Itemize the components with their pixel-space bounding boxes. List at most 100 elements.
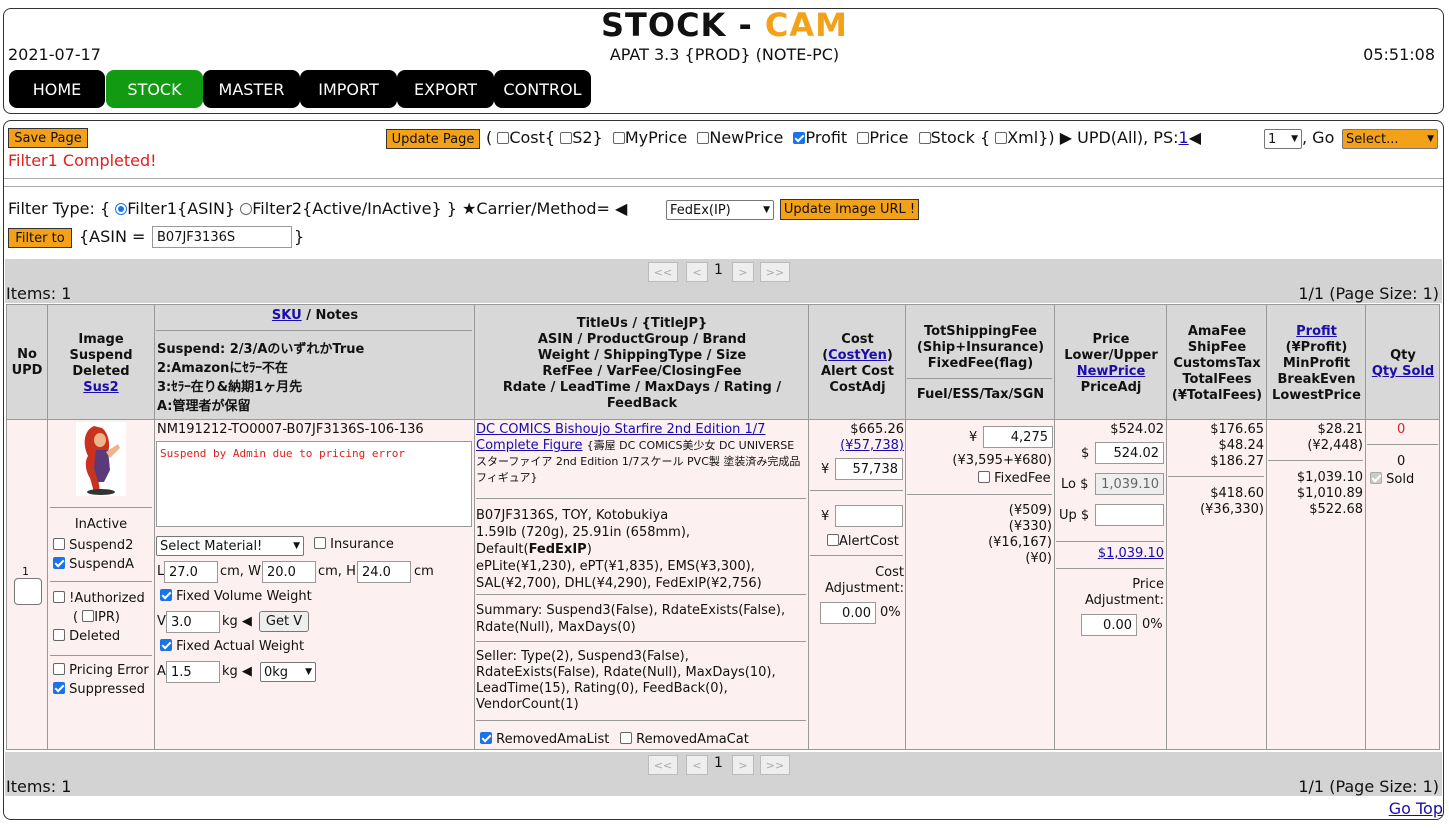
pricing-error-checkbox[interactable]	[53, 663, 65, 675]
newprice-sort-link[interactable]: NewPrice	[1055, 364, 1167, 380]
actual-label: A	[157, 664, 166, 679]
ship-breakdown: (¥3,595+¥680)	[952, 453, 1052, 468]
qty-sold-value: 0	[1397, 454, 1406, 469]
title-block: DC COMICS Bishoujo Starfire 2nd Edition …	[476, 422, 808, 486]
cost-usd: $665.26	[850, 422, 904, 437]
suspend2-checkbox[interactable]	[53, 538, 65, 550]
fixed-actual-option: Fixed Actual Weight	[160, 639, 304, 654]
price-input[interactable]: 524.02	[1095, 442, 1164, 464]
fixed-actual-checkbox[interactable]	[160, 639, 172, 651]
removed-list-option: RemovedAmaList	[480, 732, 609, 747]
price-adjustment-label: Price Adjustment:	[1084, 577, 1164, 608]
sku-sort-link[interactable]: SKU	[272, 308, 302, 323]
cost-yen-link[interactable]: (¥57,738)	[810, 438, 904, 453]
pager-first-bottom[interactable]: <<	[648, 755, 678, 775]
cost-adjustment-label: Cost Adjustment:	[824, 565, 904, 596]
suppressed-checkbox[interactable]	[53, 682, 65, 694]
deleted-checkbox[interactable]	[53, 629, 65, 641]
profit-sort-link[interactable]: Profit	[1267, 324, 1366, 340]
new-price-link[interactable]: $1,039.10	[1056, 546, 1164, 561]
cm-label: cm	[414, 564, 434, 579]
volume-kg-label: kg ◀	[222, 614, 252, 629]
col-header-fuel: Fuel/ESS/Tax/SGN	[916, 387, 1045, 402]
pager-next-bottom[interactable]: >	[732, 755, 754, 775]
cost-adjustment-pct: 0%	[880, 605, 901, 620]
removed-list-checkbox[interactable]	[480, 732, 492, 744]
profit-values: $28.21 (¥2,448)	[1307, 422, 1363, 453]
material-select[interactable]: Select Material! ▼	[156, 536, 304, 556]
pager-prev-bottom[interactable]: <	[686, 755, 708, 775]
col-header-shipping: TotShippingFee (Ship+Insurance) FixedFee(f…	[916, 324, 1045, 371]
col-header-title: TitleUs / {TitleJP} ASIN / ProductGroup /…	[502, 316, 782, 411]
sus2-sort-link[interactable]: Sus2	[48, 380, 154, 396]
upd-checkbox[interactable]	[14, 578, 42, 605]
width-label: cm, W	[220, 564, 261, 579]
width-input[interactable]: 20.0	[262, 561, 316, 583]
cost-adjustment-input[interactable]: 0.00	[820, 602, 876, 624]
costyen-sort-link[interactable]: CostYen	[828, 348, 887, 363]
price-adjustment-pct: 0%	[1142, 617, 1163, 632]
fixed-fee-option: FixedFee	[978, 471, 1051, 486]
chevron-down-icon: ▼	[305, 667, 312, 677]
insurance-checkbox[interactable]	[314, 537, 326, 549]
volume-input[interactable]: 3.0	[166, 611, 220, 633]
shipping-fee-input[interactable]: 4,275	[983, 426, 1053, 448]
col-header-price: Price Lower/Upper NewPrice PriceAdj	[1055, 332, 1167, 396]
price-adjustment-input[interactable]: 0.00	[1081, 614, 1137, 636]
suspend-rules: Suspend: 2/3/AのいずれかTrue 2:Amazonにｾﾗｰ不在 3:ｾ…	[157, 342, 365, 414]
alert-yen-symbol: ¥	[821, 509, 830, 524]
fixed-fee-checkbox[interactable]	[978, 471, 990, 483]
removed-cat-checkbox[interactable]	[620, 732, 632, 744]
sold-option: Sold	[1370, 472, 1414, 487]
alert-cost-input[interactable]	[835, 505, 903, 527]
cost-input[interactable]: 57,738	[835, 458, 903, 480]
row-number: 1	[22, 565, 29, 578]
breakeven-values: $1,039.10 $1,010.89 $522.68	[1296, 470, 1363, 517]
alert-cost-checkbox[interactable]	[827, 534, 839, 546]
authorized-checkbox[interactable]	[53, 591, 65, 603]
weight-adjust-select[interactable]: 0kg ▼	[260, 662, 316, 682]
col-header-image: Image Suspend Deleted Sus2	[48, 332, 154, 396]
col-header-cost: Cost (CostYen) Alert Cost CostAdj	[821, 332, 894, 395]
ship-yen-symbol: ¥	[969, 430, 978, 445]
sold-checkbox[interactable]	[1370, 472, 1382, 484]
page-info-bottom: 1/1 (Page Size: 1)	[1298, 777, 1439, 796]
volume-label: V	[157, 614, 166, 629]
go-top-link[interactable]: Go Top	[1389, 799, 1443, 818]
suspendA-option: SuspendA	[53, 557, 134, 572]
pricing-error-option: Pricing Error	[53, 663, 149, 678]
actual-kg-label: kg ◀	[222, 664, 252, 679]
actual-weight-input[interactable]: 1.5	[166, 661, 220, 683]
suspendA-checkbox[interactable]	[53, 557, 65, 569]
status-inactive: InActive	[74, 517, 128, 532]
notes-textarea[interactable]: Suspend by Admin due to pricing error	[156, 441, 472, 527]
fixed-volume-checkbox[interactable]	[160, 589, 172, 601]
suppressed-option: Suppressed	[53, 682, 145, 697]
get-v-button[interactable]: Get V	[259, 611, 309, 632]
upper-label: Up $	[1059, 508, 1090, 523]
fixed-volume-option: Fixed Volume Weight	[160, 589, 312, 604]
ipr-checkbox[interactable]	[82, 610, 95, 622]
col-header-sku: SKU / Notes	[271, 308, 359, 323]
height-label: cm, H	[318, 564, 356, 579]
qty-sold-sort-link[interactable]: Qty Sold	[1366, 364, 1440, 380]
lower-price-input[interactable]: 1,039.10	[1095, 473, 1164, 495]
pager-bar-bottom	[5, 752, 1442, 796]
height-input[interactable]: 24.0	[357, 561, 411, 583]
length-input[interactable]: 27.0	[164, 561, 218, 583]
deleted-option: Deleted	[53, 629, 120, 644]
authorized-option: !Authorized	[53, 591, 145, 606]
lower-label: Lo $	[1061, 477, 1089, 492]
fee-values: $176.65 $48.24 $186.27	[1210, 422, 1264, 469]
product-info: B07JF3136S, TOY, Kotobukiya 1.59lb (720g…	[476, 508, 762, 591]
pager-last-bottom[interactable]: >>	[760, 755, 790, 775]
qty-value: 0	[1397, 422, 1406, 437]
alert-cost-option: AlertCost	[827, 534, 899, 549]
seller-text: Seller: Type(2), Suspend3(False), RdateE…	[476, 649, 776, 712]
pager-current-bottom: 1	[714, 755, 723, 771]
col-header-no-upd: No UPD	[11, 347, 43, 378]
items-count-bottom: Items: 1	[6, 777, 72, 796]
total-fees: $418.60 (¥36,330)	[1200, 486, 1264, 517]
upper-price-input[interactable]	[1095, 504, 1164, 526]
ipr-option: ( IPR)	[73, 610, 120, 625]
